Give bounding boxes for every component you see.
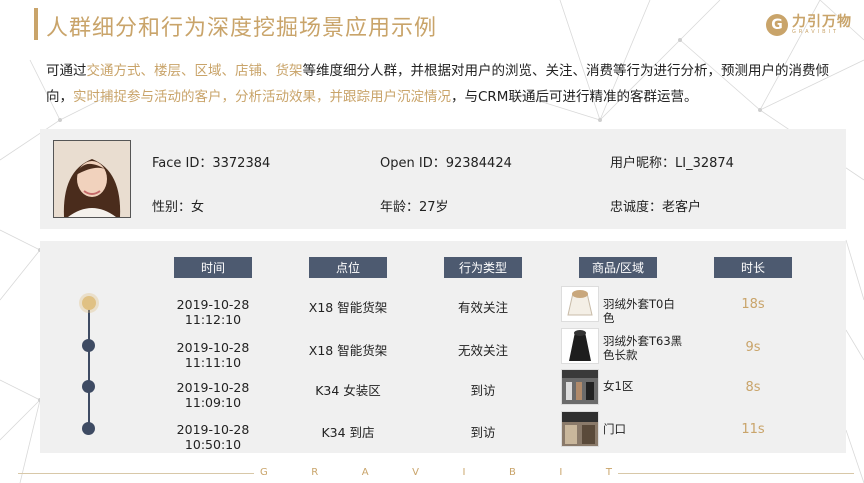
brand-logo: G 力引万物 GRAVIBIT [766,14,852,36]
intro-text: 可通过 [46,63,87,79]
row-location: K34 女装区 [315,383,381,398]
behavior-timeline-panel: 时间 点位 行为类型 商品/区域 时长 2019-10-28 11:12:10 … [40,241,846,453]
footer-brand-letters: G R A V I B I T [260,467,612,478]
timeline-dot-active [82,296,96,310]
row-location: X18 智能货架 [308,300,388,315]
header-location: 点位 [309,257,387,278]
open-id: Open ID：92384424 [380,156,512,171]
footer-letter: A [361,467,369,478]
row-item: 羽绒外套T0白色 [603,297,675,325]
footer-letter: I [559,467,563,478]
row-item: 门口 [603,422,626,436]
footer-divider [618,473,854,474]
row-duration: 18s [741,297,765,312]
footer-letter: T [605,467,612,478]
footer-letter: B [509,467,516,478]
avatar [53,140,131,218]
header-behavior: 行为类型 [444,257,522,278]
logo-english-name: GRAVIBIT [792,28,840,35]
header-time: 时间 [174,257,252,278]
row-behavior: 到访 [470,383,496,398]
row-time: 2019-10-28 10:50:10 [176,422,250,452]
row-duration: 11s [741,422,765,437]
footer-letter: V [412,467,419,478]
logo-chinese-name: 力引万物 [792,13,852,30]
page-title: 人群细分和行为深度挖掘场景应用示例 [46,16,438,41]
footer-divider [18,473,254,474]
row-location: X18 智能货架 [308,343,388,358]
footer-letter: R [311,467,319,478]
user-profile-card: Face ID：3372384 Open ID：92384424 用户昵称：LI… [40,129,846,229]
timeline-dot [82,422,95,435]
logo-mark-icon: G [766,14,788,36]
row-item: 羽绒外套T63黑色长款 [603,334,683,362]
gender: 性别：女 [152,200,205,215]
row-behavior: 无效关注 [457,343,508,358]
row-behavior: 到访 [470,425,496,440]
row-location: K34 到店 [321,425,375,440]
header-item: 商品/区域 [579,257,657,278]
store-thumb [561,411,599,447]
footer-letter: G [260,467,268,478]
row-time: 2019-10-28 11:12:10 [176,297,250,327]
title-accent-bar [34,8,38,40]
row-behavior: 有效关注 [457,300,508,315]
loyalty: 忠诚度：老客户 [610,200,702,215]
product-thumb [561,286,599,322]
header-duration: 时长 [714,257,792,278]
row-item: 女1区 [603,379,634,393]
store-thumb [561,369,599,405]
product-thumb [561,328,599,364]
row-time: 2019-10-28 11:11:10 [176,340,250,370]
face-id: Face ID：3372384 [152,156,271,171]
intro-paragraph: 可通过交通方式、楼层、区域、店铺、货架等维度细分人群，并根据对用户的浏览、关注、… [46,58,846,110]
intro-text: ，与CRM联通后可进行精准的客群运营。 [451,89,698,105]
timeline-dot [82,380,95,393]
intro-highlight: 交通方式、楼层、区域、店铺、货架 [86,63,303,79]
row-duration: 8s [745,380,761,395]
user-nickname: 用户昵称：LI_32874 [610,156,734,171]
timeline-line [88,303,90,431]
intro-highlight: 实时捕捉参与活动的客户，分析活动效果，并跟踪用户沉淀情况 [73,89,451,105]
footer-letter: I [462,467,466,478]
row-duration: 9s [745,340,761,355]
age: 年龄：27岁 [380,200,449,215]
row-time: 2019-10-28 11:09:10 [176,380,250,410]
timeline-dot [82,339,95,352]
